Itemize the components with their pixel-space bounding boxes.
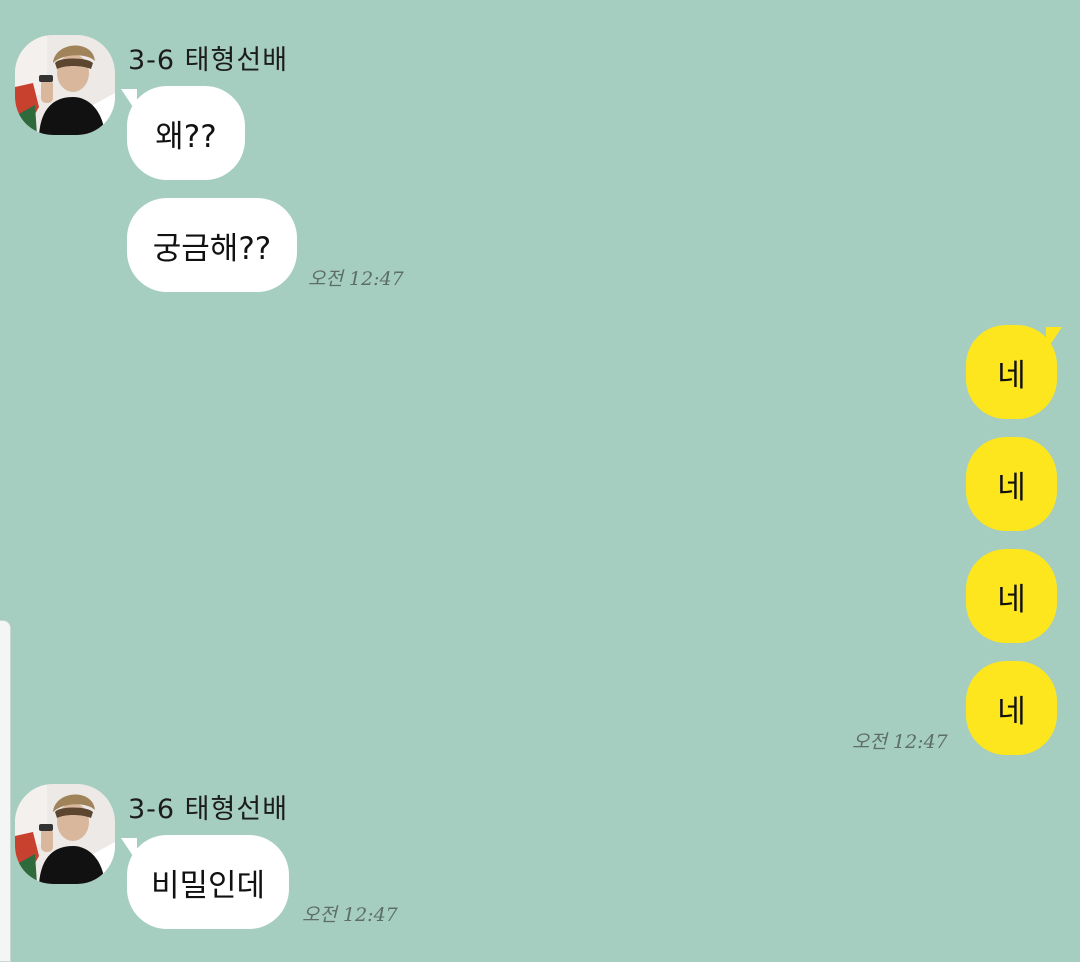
sender-avatar[interactable] <box>15 35 115 135</box>
outgoing-message-bubble[interactable]: 네 <box>966 325 1057 419</box>
message-text: 네 <box>997 469 1026 506</box>
outgoing-message-bubble[interactable]: 네 <box>966 549 1057 643</box>
message-text: 왜?? <box>155 118 217 155</box>
message-text: 네 <box>997 693 1026 730</box>
incoming-message-bubble[interactable]: 궁금해?? <box>127 198 297 292</box>
incoming-message-bubble[interactable]: 왜?? <box>127 86 245 180</box>
sender-avatar[interactable] <box>15 784 115 884</box>
message-timestamp: 오전 12:47 <box>852 731 948 753</box>
message-text: 궁금해?? <box>152 230 272 267</box>
incoming-message-bubble[interactable]: 비밀인데 <box>127 835 289 929</box>
message-text: 비밀인데 <box>150 867 266 904</box>
outgoing-message-bubble[interactable]: 네 <box>966 437 1057 531</box>
message-timestamp: 오전 12:47 <box>308 268 404 290</box>
scroll-handle[interactable] <box>0 620 11 962</box>
message-text: 네 <box>997 357 1026 394</box>
message-text: 네 <box>997 581 1026 618</box>
message-timestamp: 오전 12:47 <box>302 904 398 926</box>
outgoing-message-bubble[interactable]: 네 <box>966 661 1057 755</box>
sender-name: 3-6 태형선배 <box>128 45 289 76</box>
sender-name: 3-6 태형선배 <box>128 794 289 825</box>
